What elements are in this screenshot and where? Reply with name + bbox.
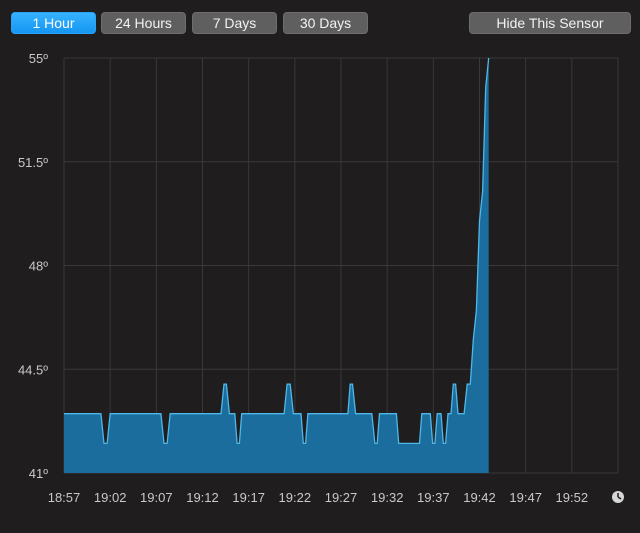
y-tick-label: 48º [29, 259, 48, 274]
x-tick-label: 19:37 [417, 490, 450, 505]
y-axis-labels: 41º 44.5º 48º 51.5º 55º [18, 51, 48, 481]
x-tick-label: 19:47 [509, 490, 542, 505]
y-tick-label: 51.5º [18, 155, 48, 170]
range-1-hour-button[interactable]: 1 Hour [11, 12, 96, 34]
x-tick-label: 19:52 [556, 490, 589, 505]
clock-icon[interactable] [612, 491, 624, 503]
y-tick-label: 41º [29, 466, 48, 481]
chart-grid [63, 57, 619, 474]
y-tick-label: 55º [29, 51, 48, 66]
x-tick-label: 18:57 [48, 490, 81, 505]
x-tick-label: 19:32 [371, 490, 404, 505]
x-tick-label: 19:02 [94, 490, 127, 505]
range-7-days-button[interactable]: 7 Days [192, 12, 277, 34]
x-tick-label: 19:42 [463, 490, 496, 505]
temperature-line [64, 57, 490, 445]
x-tick-label: 19:12 [186, 490, 219, 505]
y-tick-label: 44.5º [18, 362, 48, 377]
x-tick-label: 19:07 [140, 490, 173, 505]
hide-sensor-button[interactable]: Hide This Sensor [469, 12, 631, 34]
x-tick-label: 19:22 [279, 490, 312, 505]
x-axis-labels: 18:57 19:02 19:07 19:12 19:17 19:22 19:27 19:32… [48, 490, 588, 505]
x-tick-label: 19:27 [325, 490, 358, 505]
range-30-days-button[interactable]: 30 Days [283, 12, 368, 34]
toolbar: 1 Hour 24 Hours 7 Days 30 Days Hide This… [0, 0, 640, 44]
x-tick-label: 19:17 [232, 490, 265, 505]
temperature-chart: 41º 44.5º 48º 51.5º 55º 18:57 19:02 19:07 19:12… [18, 51, 624, 505]
range-24-hours-button[interactable]: 24 Hours [101, 12, 186, 34]
